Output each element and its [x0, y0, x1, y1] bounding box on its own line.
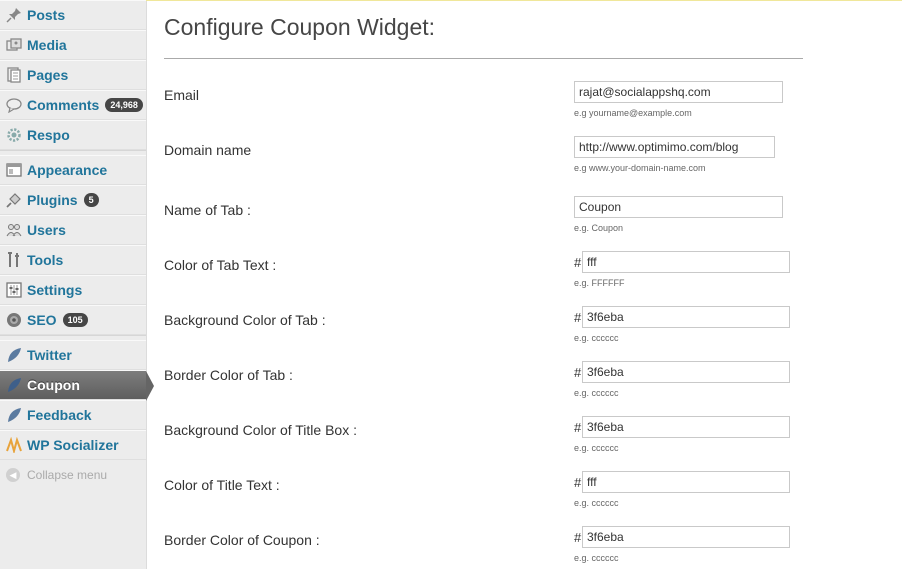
- hash-prefix: #: [574, 420, 582, 435]
- tab-name-hint: e.g. Coupon: [574, 223, 624, 233]
- tab-text-color-label: Color of Tab Text :: [164, 257, 277, 273]
- sidebar-item-posts[interactable]: Posts: [0, 0, 146, 30]
- hash-prefix: #: [574, 530, 582, 545]
- hash-prefix: #: [574, 365, 582, 380]
- sidebar-item-label: Tools: [27, 252, 64, 268]
- title-text-color-hint: e.g. cccccc: [574, 498, 619, 508]
- email-label: Email: [164, 87, 200, 103]
- tab-text-color-hint: e.g. FFFFFF: [574, 278, 625, 288]
- sidebar-item-label: Coupon: [27, 377, 80, 393]
- sidebar-item-settings[interactable]: Settings: [0, 275, 146, 305]
- sidebar-item-label: Users: [27, 222, 66, 238]
- sidebar-item-pages[interactable]: Pages: [0, 60, 146, 90]
- settings-sliders-icon: [6, 282, 22, 298]
- socializer-icon: [6, 437, 22, 453]
- title-divider: [164, 58, 803, 59]
- collapse-arrow-icon: ◀: [6, 468, 20, 482]
- tab-text-color-input[interactable]: [582, 251, 790, 273]
- sidebar-item-label: Plugins: [27, 192, 78, 208]
- tab-border-color-label: Border Color of Tab :: [164, 367, 293, 383]
- pages-icon: [6, 67, 22, 83]
- tab-border-color-hint: e.g. cccccc: [574, 388, 619, 398]
- comment-bubble-icon: [6, 97, 22, 113]
- sidebar-item-wp-socializer[interactable]: WP Socializer: [0, 430, 146, 460]
- collapse-menu-label: Collapse menu: [27, 468, 108, 482]
- tab-bg-color-hint: e.g. cccccc: [574, 333, 619, 343]
- sidebar-item-seo[interactable]: SEO 105: [0, 305, 146, 335]
- coupon-border-color-label: Border Color of Coupon :: [164, 532, 320, 548]
- sidebar-item-label: Respo: [27, 127, 70, 143]
- domain-name-hint: e.g www.your-domain-name.com: [574, 163, 706, 173]
- sidebar-item-label: Appearance: [27, 162, 108, 178]
- tab-bg-color-input[interactable]: [582, 306, 790, 328]
- media-icon: [6, 37, 22, 53]
- domain-name-input[interactable]: [574, 136, 775, 158]
- sidebar-item-tools[interactable]: Tools: [0, 245, 146, 275]
- main-content: Configure Coupon Widget: Email e.g yourn…: [146, 0, 902, 569]
- sidebar-item-label: Twitter: [27, 347, 72, 363]
- sidebar-item-feedback[interactable]: Feedback: [0, 400, 146, 430]
- sidebar-item-twitter[interactable]: Twitter: [0, 340, 146, 370]
- feather-icon: [6, 377, 22, 393]
- seo-count-badge: 105: [62, 313, 88, 327]
- domain-name-label: Domain name: [164, 142, 252, 158]
- hash-prefix: #: [574, 310, 582, 325]
- sidebar-item-users[interactable]: Users: [0, 215, 146, 245]
- comments-count-badge: 24,968: [105, 98, 143, 112]
- sidebar-item-label: SEO: [27, 312, 57, 328]
- plugins-update-badge: 5: [83, 193, 99, 207]
- sidebar-item-respo[interactable]: Respo: [0, 120, 146, 150]
- top-divider: [146, 0, 902, 1]
- menu-group-plugins: Twitter Coupon Feedback WP Socializer ◀ …: [0, 340, 154, 490]
- sidebar-item-label: WP Socializer: [27, 437, 119, 453]
- tab-name-label: Name of Tab :: [164, 202, 251, 218]
- sidebar-item-coupon[interactable]: Coupon: [0, 370, 154, 401]
- title-text-color-label: Color of Title Text :: [164, 477, 280, 493]
- sidebar-item-label: Settings: [27, 282, 83, 298]
- menu-group-content: Posts Media Pages Comments 24,968 Respo: [0, 0, 146, 151]
- title-text-color-input[interactable]: [582, 471, 790, 493]
- tab-name-input[interactable]: [574, 196, 783, 218]
- appearance-icon: [6, 162, 22, 178]
- coupon-border-color-input[interactable]: [582, 526, 790, 548]
- seo-icon: [6, 312, 22, 328]
- plug-icon: [6, 192, 22, 208]
- sidebar-item-label: Comments: [27, 97, 100, 113]
- collapse-menu-button[interactable]: ◀ Collapse menu: [0, 460, 146, 490]
- hash-prefix: #: [574, 255, 582, 270]
- sidebar-item-appearance[interactable]: Appearance: [0, 155, 146, 185]
- coupon-border-color-hint: e.g. cccccc: [574, 553, 619, 563]
- feather-icon: [6, 407, 22, 423]
- title-box-bg-color-label: Background Color of Title Box :: [164, 422, 357, 438]
- email-hint: e.g yourname@example.com: [574, 108, 692, 118]
- page-title: Configure Coupon Widget:: [164, 14, 436, 40]
- pushpin-icon: [6, 7, 22, 23]
- sidebar-item-media[interactable]: Media: [0, 30, 146, 60]
- admin-sidebar: Posts Media Pages Comments 24,968 Respo …: [0, 0, 154, 569]
- sidebar-item-plugins[interactable]: Plugins 5: [0, 185, 146, 215]
- feather-icon: [6, 347, 22, 363]
- hash-prefix: #: [574, 475, 582, 490]
- title-box-bg-color-hint: e.g. cccccc: [574, 443, 619, 453]
- title-box-bg-color-input[interactable]: [582, 416, 790, 438]
- tools-icon: [6, 252, 22, 268]
- sidebar-item-label: Posts: [27, 7, 66, 23]
- sidebar-item-label: Pages: [27, 67, 69, 83]
- sidebar-item-label: Feedback: [27, 407, 92, 423]
- sidebar-item-label: Media: [27, 37, 67, 53]
- email-input[interactable]: [574, 81, 783, 103]
- sidebar-item-comments[interactable]: Comments 24,968: [0, 90, 146, 120]
- tab-border-color-input[interactable]: [582, 361, 790, 383]
- tab-bg-color-label: Background Color of Tab :: [164, 312, 326, 328]
- gear-icon: [6, 127, 22, 143]
- users-icon: [6, 222, 22, 238]
- menu-group-admin: Appearance Plugins 5 Users Tools Setting…: [0, 155, 146, 336]
